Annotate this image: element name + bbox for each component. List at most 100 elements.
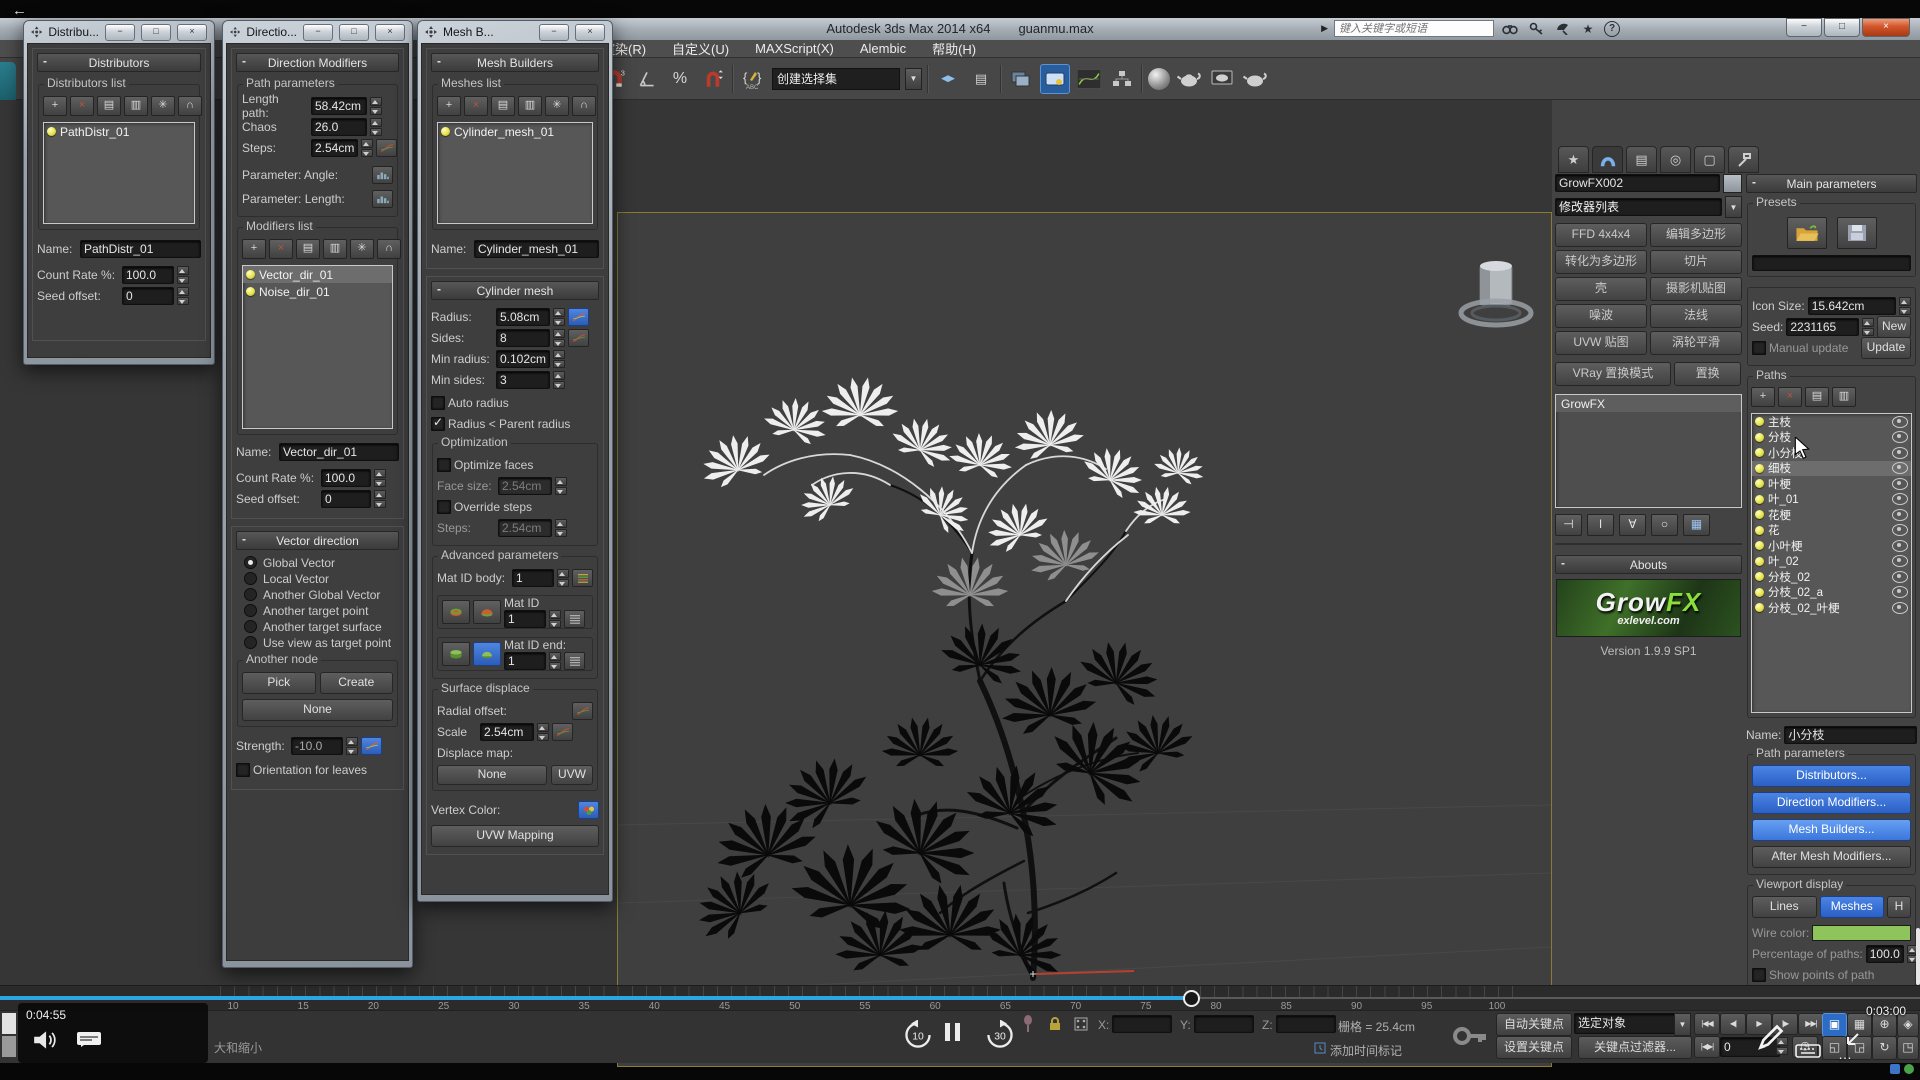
mirror-icon[interactable]: ◀▶ xyxy=(934,65,962,93)
modifier-button[interactable]: FFD 4x4x4 xyxy=(1555,223,1647,247)
path-visibility-eye-icon[interactable] xyxy=(1892,602,1908,614)
dialog-maximize-button[interactable]: □ xyxy=(339,24,369,41)
annotate-pencil-icon[interactable] xyxy=(1756,1022,1786,1055)
percentage-field[interactable]: 100.0 xyxy=(1866,945,1904,963)
cap-flat-end-icon[interactable] xyxy=(442,642,470,666)
mini-listener-macro[interactable] xyxy=(2,1013,16,1034)
tab-utilities-icon[interactable] xyxy=(1728,146,1759,173)
new-seed-button[interactable]: New xyxy=(1877,316,1911,338)
radius-field[interactable]: 5.08cm xyxy=(496,308,550,326)
path-bulb-icon[interactable] xyxy=(1755,572,1764,581)
delete-item-icon[interactable]: × xyxy=(70,96,94,116)
render-setup-icon[interactable] xyxy=(1175,65,1203,93)
modifier-stack[interactable]: GrowFX xyxy=(1555,394,1742,508)
modifier-button[interactable]: 涡轮平滑 xyxy=(1650,331,1742,355)
distributors-dialog[interactable]: Distribu... − □ × -Distributors Distribu… xyxy=(23,20,215,365)
path-bulb-icon[interactable] xyxy=(1755,417,1764,426)
new-item-icon[interactable]: + xyxy=(43,96,67,116)
path-visibility-eye-icon[interactable] xyxy=(1892,493,1908,505)
path-name-field[interactable]: 小分枝 xyxy=(1784,726,1917,744)
count-rate-spinner[interactable] xyxy=(374,469,386,487)
strength-spinner[interactable] xyxy=(346,737,358,755)
path-visibility-eye-icon[interactable] xyxy=(1892,462,1908,474)
radial-offset-curve-icon[interactable] xyxy=(572,702,593,720)
cap-dome-end-icon[interactable] xyxy=(473,642,501,666)
curve-editor-icon[interactable] xyxy=(1075,65,1103,93)
h-button[interactable]: H xyxy=(1887,896,1911,918)
distributors-button[interactable]: Distributors... xyxy=(1752,765,1911,787)
tab-create-icon[interactable]: ★ xyxy=(1558,146,1589,173)
distributors-dialog-titlebar[interactable]: Distribu... − □ × xyxy=(27,21,211,43)
uvw-mapping-button[interactable]: UVW Mapping xyxy=(431,825,599,847)
stack-item-growfx[interactable]: GrowFX xyxy=(1556,395,1741,412)
strength-field[interactable]: -10.0 xyxy=(291,737,343,755)
delete-path-icon[interactable]: × xyxy=(1778,387,1802,407)
material-editor-icon[interactable] xyxy=(1148,68,1170,90)
path-bulb-icon[interactable] xyxy=(1755,464,1764,473)
save-preset-icon[interactable] xyxy=(1837,217,1877,249)
list-item[interactable]: Vector_dir_01 xyxy=(243,266,392,283)
tab-modify-icon[interactable] xyxy=(1592,146,1623,173)
length-graph-icon[interactable] xyxy=(372,190,393,208)
paste-item-icon[interactable]: ▥ xyxy=(518,96,542,116)
radio-another-target-surface[interactable]: Another target surface xyxy=(244,619,399,634)
video-progress-bar[interactable] xyxy=(0,996,1190,1000)
after-mesh-modifiers-button[interactable]: After Mesh Modifiers... xyxy=(1752,846,1911,868)
dialog-close-button[interactable]: × xyxy=(375,24,405,41)
face-size-field[interactable]: 2.54cm xyxy=(498,477,552,495)
chaos-spinner[interactable] xyxy=(370,118,382,136)
parent-radius-checkbox[interactable] xyxy=(431,417,445,431)
menu-alembic[interactable]: Alembic xyxy=(860,41,906,56)
edit-named-selection-icon[interactable]: {}ABC xyxy=(739,65,767,93)
menu-maxscript[interactable]: MAXScript(X) xyxy=(755,41,834,56)
steps-field[interactable]: 2.54cm xyxy=(311,139,358,157)
min-radius-spinner[interactable] xyxy=(553,350,565,368)
opt-steps-field[interactable]: 2.54cm xyxy=(498,519,552,537)
path-list-item[interactable]: 花 xyxy=(1752,523,1911,539)
icon-size-field[interactable]: 15.642cm xyxy=(1808,297,1896,315)
window-maximize-button[interactable]: □ xyxy=(1824,18,1860,37)
player-corner-icons[interactable] xyxy=(1890,1064,1914,1074)
cap-dome-start-icon[interactable] xyxy=(473,600,501,624)
path-bulb-icon[interactable] xyxy=(1755,526,1764,535)
orbit-button[interactable]: ↻ xyxy=(1872,1036,1897,1060)
mat-id-end-field[interactable]: 1 xyxy=(504,652,546,670)
menu-help[interactable]: 帮助(H) xyxy=(932,39,976,58)
path-list-item[interactable]: 分枝_02 xyxy=(1752,569,1911,585)
angle-graph-icon[interactable] xyxy=(372,166,393,184)
align-icon[interactable]: ▤ xyxy=(967,65,995,93)
search-binoculars-icon[interactable] xyxy=(1500,21,1520,37)
path-visibility-eye-icon[interactable] xyxy=(1892,586,1908,598)
direction-modifiers-rollout-header[interactable]: -Direction Modifiers xyxy=(236,53,399,72)
link-item-icon[interactable]: ∩ xyxy=(572,96,596,116)
modifier-button[interactable]: 壳 xyxy=(1555,277,1647,301)
path-list-item[interactable]: 主枝 xyxy=(1752,414,1911,430)
go-to-start-button[interactable]: |◀◀ xyxy=(1694,1013,1720,1035)
dialog-maximize-button[interactable]: □ xyxy=(141,24,171,41)
graphite-ribbon-icon[interactable] xyxy=(1040,64,1070,94)
path-visibility-eye-icon[interactable] xyxy=(1892,540,1908,552)
path-visibility-eye-icon[interactable] xyxy=(1892,416,1908,428)
show-points-checkbox[interactable] xyxy=(1752,968,1766,982)
new-item-icon[interactable]: + xyxy=(242,239,266,259)
seed-field[interactable]: 2231165 xyxy=(1786,318,1859,336)
modifier-list-dropdown[interactable]: 修改器列表 xyxy=(1555,198,1722,216)
vector-direction-rollout-header[interactable]: -Vector direction xyxy=(236,531,399,550)
subtitles-icon[interactable] xyxy=(76,1030,102,1053)
wire-color-swatch[interactable] xyxy=(1812,925,1911,941)
maximize-viewport-button[interactable]: ◳ xyxy=(1897,1036,1919,1060)
make-unique-icon[interactable]: ∀ xyxy=(1619,514,1646,536)
icon-size-spinner[interactable] xyxy=(1899,297,1911,315)
modifier-button[interactable]: 切片 xyxy=(1650,250,1742,274)
copy-item-icon[interactable]: ▤ xyxy=(296,239,320,259)
paste-item-icon[interactable]: ▥ xyxy=(124,96,148,116)
mesh-name-field[interactable]: Cylinder_mesh_01 xyxy=(474,240,599,258)
mat-id-body-field[interactable]: 1 xyxy=(512,569,554,587)
path-visibility-eye-icon[interactable] xyxy=(1892,447,1908,459)
face-size-spinner[interactable] xyxy=(555,477,567,495)
count-rate-spinner[interactable] xyxy=(177,266,189,284)
path-list-item[interactable]: 花梗 xyxy=(1752,507,1911,523)
optimize-faces-checkbox[interactable] xyxy=(437,458,451,472)
min-radius-field[interactable]: 0.102cm xyxy=(496,350,550,368)
key-filters-button[interactable]: 关键点过滤器... xyxy=(1578,1036,1692,1059)
